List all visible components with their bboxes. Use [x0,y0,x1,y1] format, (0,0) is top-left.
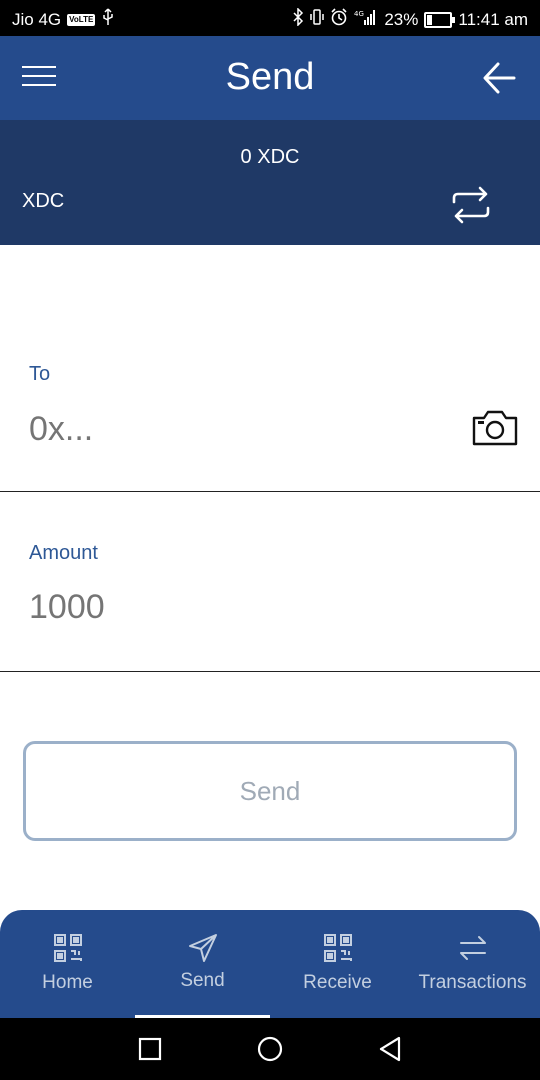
balance-bar: 0 XDC XDC [0,120,540,245]
nav-item-receive[interactable]: Receive [270,910,405,1018]
send-paper-plane-icon [187,932,219,964]
square-recents-icon[interactable] [137,1036,163,1062]
amount-divider [0,671,540,672]
currency-label: XDC [22,190,65,212]
nav-label-home: Home [42,972,93,993]
to-divider [0,491,540,492]
usb-icon [101,8,115,31]
bluetooth-icon [292,7,304,31]
signal-icon: 4G [354,8,378,31]
balance-amount: 0 XDC [240,146,300,168]
amount-label: Amount [29,542,98,564]
status-bar: Jio 4G VoLTE 4G 23% 11:41 am [0,0,540,36]
qr-code-icon [52,932,84,964]
nav-label-transactions: Transactions [418,972,527,993]
qr-code-icon [322,932,354,964]
volte-badge: VoLTE [67,13,96,26]
send-button[interactable]: Send [23,741,517,841]
nav-item-home[interactable]: Home [0,910,135,1018]
page-title: Send [225,56,315,98]
alarm-icon [330,8,348,31]
svg-text:4G: 4G [354,10,364,18]
battery-icon [424,11,456,28]
bottom-nav: Home Send Receive Transactions [0,910,540,1018]
camera-icon[interactable] [470,408,520,448]
triangle-back-icon[interactable] [377,1036,403,1062]
to-address-input[interactable] [29,410,459,449]
system-nav-bar [0,1018,540,1080]
battery-percent: 23% [384,9,419,29]
swap-arrows-icon[interactable] [448,184,494,226]
nav-item-transactions[interactable]: Transactions [405,910,540,1018]
vibrate-icon [310,8,325,31]
clock: 11:41 am [458,9,528,29]
circle-home-icon[interactable] [257,1036,283,1062]
nav-label-receive: Receive [303,972,372,993]
app-header: Send [0,36,540,120]
to-label: To [29,363,51,385]
transfer-arrows-icon [457,932,489,964]
carrier-label: Jio 4G [12,9,62,29]
amount-input[interactable] [29,588,459,627]
arrow-left-icon[interactable] [480,58,520,98]
nav-label-send: Send [180,970,225,991]
nav-item-send[interactable]: Send [135,910,270,1018]
